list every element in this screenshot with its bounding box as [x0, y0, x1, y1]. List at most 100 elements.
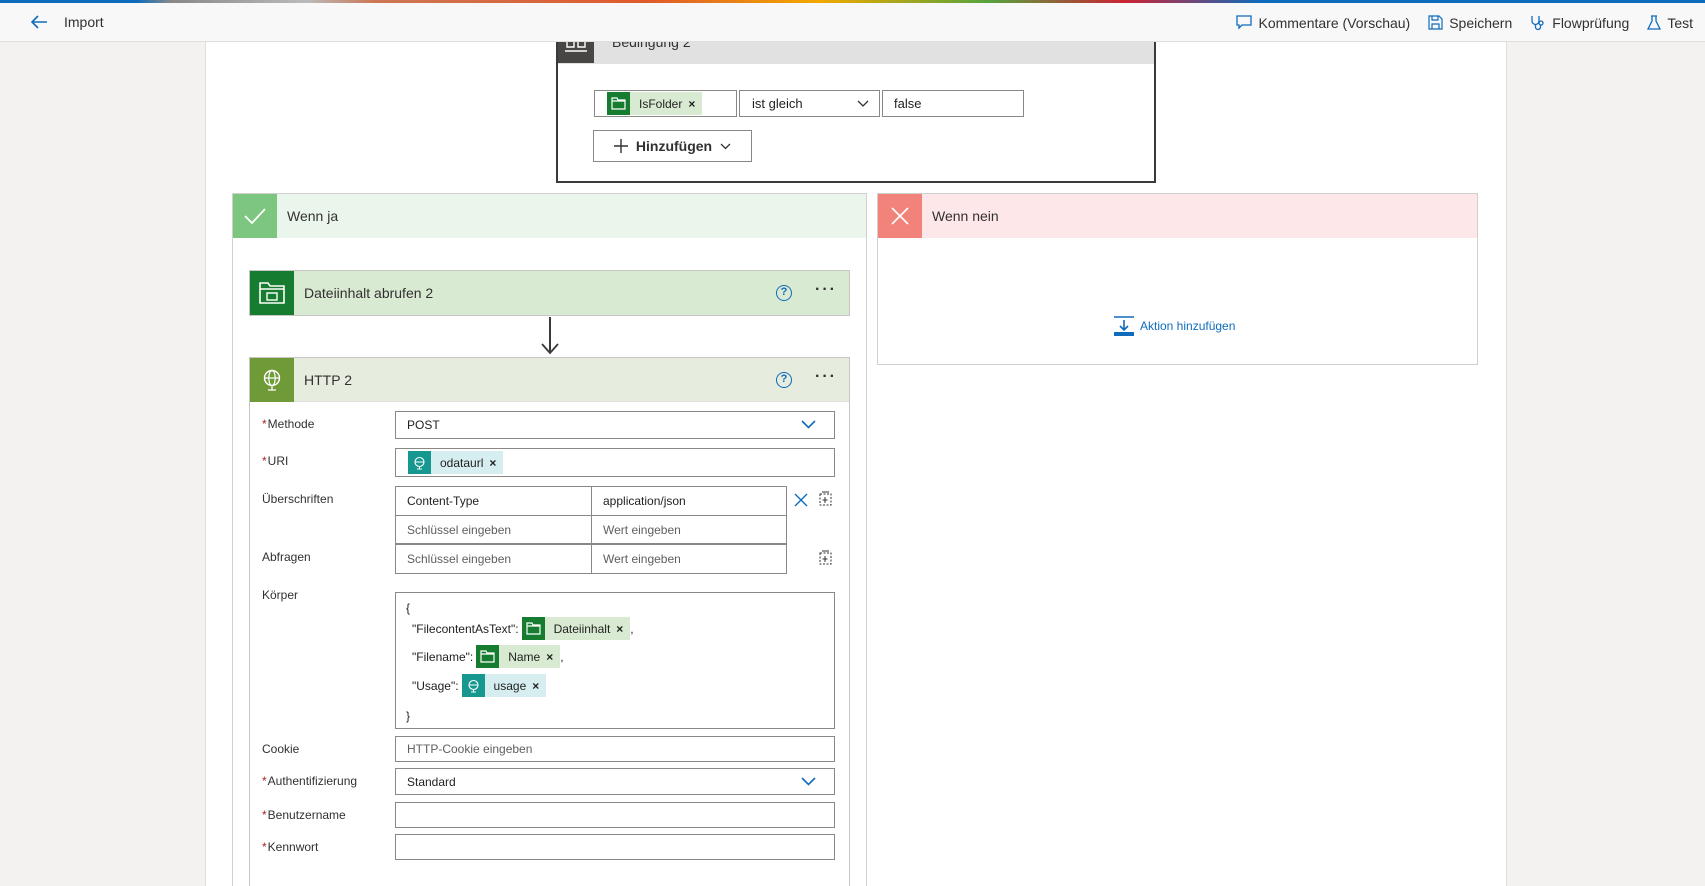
condition-title: Bedingung 2 — [612, 42, 691, 50]
token-name[interactable]: Name × — [476, 645, 561, 668]
flask-icon — [1647, 14, 1662, 30]
action-title: Dateiinhalt abrufen 2 — [304, 285, 434, 301]
remove-token-icon[interactable]: × — [616, 622, 630, 636]
branch-yes-header[interactable]: Wenn ja — [233, 194, 866, 238]
token-usage[interactable]: usage × — [461, 674, 547, 697]
query-row-empty: Schlüssel eingeben Wert eingeben — [396, 545, 786, 573]
back-button[interactable]: Import — [30, 14, 104, 30]
condition-value: false — [894, 96, 922, 111]
condition-icon — [558, 42, 594, 63]
body-editor[interactable]: { "FilecontentAsText": Dateiinhalt × , "… — [395, 592, 835, 729]
token-isfolder[interactable]: IsFolder × — [607, 92, 703, 115]
comments-label: Kommentare (Vorschau) — [1258, 14, 1411, 31]
auth-value: Standard — [407, 774, 456, 789]
body-key: "FilecontentAsText": — [412, 621, 519, 636]
body-line-filecontent: "FilecontentAsText": Dateiinhalt × , — [412, 617, 634, 640]
variable-icon — [461, 674, 485, 697]
test-button[interactable]: Test — [1647, 15, 1693, 31]
username-input[interactable] — [395, 802, 835, 828]
body-open-brace: { — [406, 601, 411, 615]
token-dateiinhalt[interactable]: Dateiinhalt × — [521, 617, 631, 640]
switch-to-text-icon[interactable] — [818, 550, 833, 565]
password-input[interactable] — [395, 834, 835, 860]
action-header[interactable]: Dateiinhalt abrufen 2 ? ··· — [250, 271, 849, 315]
uri-input[interactable]: odataurl × — [395, 448, 835, 477]
body-close-brace: } — [406, 709, 411, 723]
cookie-input[interactable]: HTTP-Cookie eingeben — [395, 736, 835, 762]
operator-value: ist gleich — [752, 96, 803, 111]
help-icon[interactable]: ? — [776, 285, 792, 301]
more-options-icon[interactable]: ··· — [815, 368, 837, 386]
header-row-empty: Schlüssel eingeben Wert eingeben — [396, 515, 786, 543]
branch-no-header[interactable]: Wenn nein — [878, 194, 1477, 238]
save-icon — [1428, 15, 1443, 30]
query-key-placeholder[interactable]: Schlüssel eingeben — [396, 545, 591, 573]
body-line-filename: "Filename": Name × , — [412, 645, 564, 668]
header-row: Content-Type application/json — [396, 487, 786, 515]
token-label: IsFolder — [639, 96, 683, 111]
token-label: Name — [508, 649, 541, 664]
sharepoint-icon — [250, 271, 294, 315]
add-label: Hinzufügen — [635, 138, 713, 154]
body-key: "Filename": — [412, 649, 474, 664]
sharepoint-icon — [476, 645, 500, 668]
more-options-icon[interactable]: ··· — [1118, 42, 1140, 46]
save-button[interactable]: Speichern — [1428, 15, 1512, 31]
add-action-button[interactable]: Aktion hinzufügen — [1114, 316, 1235, 336]
add-button[interactable]: Hinzufügen — [593, 130, 752, 162]
comments-button[interactable]: Kommentare (Vorschau) — [1236, 15, 1410, 31]
remove-token-icon[interactable]: × — [688, 97, 702, 111]
chevron-down-icon — [801, 420, 816, 429]
condition-header[interactable]: Bedingung 2 ··· — [558, 42, 1154, 64]
action-header[interactable]: HTTP 2 ? ··· — [250, 357, 849, 402]
auth-dropdown[interactable]: Standard — [395, 768, 835, 795]
method-dropdown[interactable]: POST — [395, 411, 835, 439]
switch-to-text-icon[interactable] — [818, 491, 833, 506]
cookie-label: Cookie — [262, 742, 300, 756]
sharepoint-icon — [521, 617, 545, 640]
checkmark-icon — [233, 194, 277, 238]
method-value: POST — [407, 418, 440, 432]
delete-row-icon[interactable] — [794, 493, 808, 507]
body-line-usage: "Usage": usage × — [412, 674, 547, 697]
remove-token-icon[interactable]: × — [489, 456, 503, 470]
cookie-placeholder: HTTP-Cookie eingeben — [407, 742, 533, 756]
condition-value-field[interactable]: false — [882, 90, 1024, 117]
body-label: Körper — [262, 588, 299, 602]
command-bar: Import Kommentare (Vorschau) Speichern F… — [0, 3, 1705, 42]
add-action-icon — [1114, 316, 1134, 336]
help-icon[interactable]: ? — [776, 372, 792, 388]
uri-label: *URI — [262, 454, 289, 468]
remove-token-icon[interactable]: × — [532, 679, 546, 693]
remove-token-icon[interactable]: × — [546, 650, 560, 664]
header-value-placeholder[interactable]: Wert eingeben — [591, 516, 786, 543]
condition-card: Bedingung 2 ··· IsFolder × ist gleich fa… — [556, 42, 1156, 183]
password-label: *Kennwort — [262, 840, 319, 854]
body-comma: , — [560, 649, 564, 664]
flow-checker-button[interactable]: Flowprüfung — [1530, 15, 1629, 31]
more-options-icon[interactable]: ··· — [815, 281, 837, 299]
globe-icon — [250, 357, 294, 402]
plus-icon — [613, 139, 628, 153]
username-label: *Benutzername — [262, 808, 346, 822]
header-key-placeholder[interactable]: Schlüssel eingeben — [396, 516, 591, 543]
header-key-field[interactable]: Content-Type — [396, 487, 591, 515]
queries-label: Abfragen — [262, 550, 311, 564]
queries-table: Schlüssel eingeben Wert eingeben — [395, 544, 787, 574]
headers-table: Content-Type application/json Schlüssel … — [395, 486, 787, 544]
action-card-http: HTTP 2 ? ··· *Methode POST *URI odataurl… — [249, 357, 850, 886]
headers-label: Überschriften — [262, 492, 334, 506]
arrow-down-icon — [541, 343, 559, 355]
test-label: Test — [1667, 14, 1693, 31]
branch-no: Wenn nein Aktion hinzufügen — [877, 193, 1478, 365]
condition-operator-dropdown[interactable]: ist gleich — [739, 90, 880, 117]
comment-icon — [1236, 15, 1253, 30]
arrow-left-icon — [30, 15, 47, 29]
token-label: usage — [493, 678, 527, 693]
stethoscope-icon — [1531, 15, 1544, 30]
header-value-field[interactable]: application/json — [591, 487, 786, 515]
query-value-placeholder[interactable]: Wert eingeben — [591, 545, 786, 573]
token-odataurl[interactable]: odataurl × — [408, 451, 504, 474]
save-label: Speichern — [1449, 14, 1513, 31]
condition-operand-field[interactable]: IsFolder × — [594, 90, 737, 117]
